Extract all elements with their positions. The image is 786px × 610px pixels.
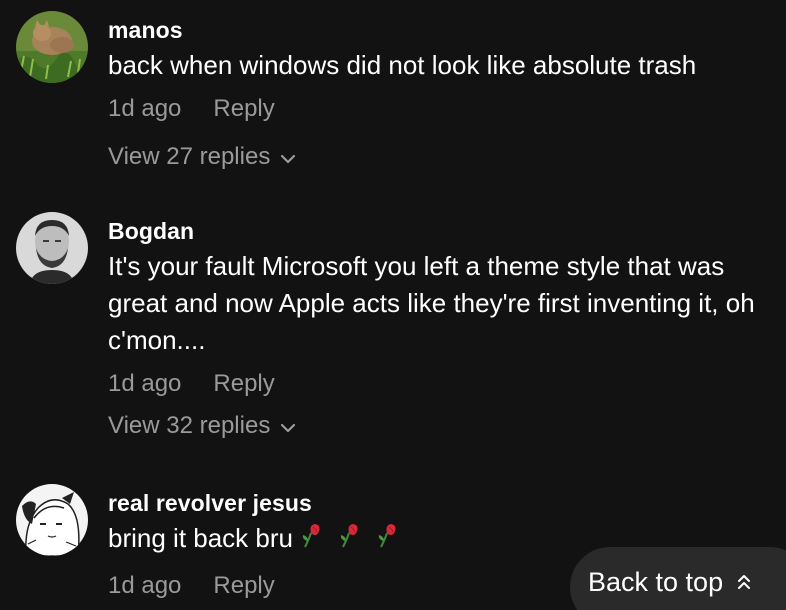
cat-in-grass-photo: [16, 11, 88, 83]
avatar[interactable]: [16, 212, 88, 284]
comment-timestamp: 1d ago: [108, 572, 182, 600]
avatar[interactable]: [16, 484, 88, 556]
view-replies-label: View 32 replies: [108, 412, 271, 439]
comment-timestamp: 1d ago: [108, 95, 182, 122]
view-replies-label: View 27 replies: [108, 143, 271, 170]
view-replies-button[interactable]: View 32 replies: [108, 411, 296, 441]
view-replies-button[interactable]: View 27 replies: [108, 142, 296, 172]
wilted-rose-icon: [375, 521, 403, 559]
reply-button[interactable]: Reply: [213, 572, 274, 599]
comment-text-content: bring it back bru: [108, 523, 293, 553]
wilted-rose-icon: [299, 521, 327, 559]
comment-text: back when windows did not look like abso…: [108, 50, 697, 80]
comment-username[interactable]: manos: [108, 16, 778, 44]
back-to-top-button[interactable]: Back to top: [570, 547, 786, 610]
man-portrait-photo: [16, 212, 88, 284]
double-chevron-up-icon: [738, 575, 751, 589]
comment-text: It's your fault Microsoft you left a the…: [108, 251, 755, 355]
comment-username[interactable]: Bogdan: [108, 217, 778, 245]
comment-meta: 1d ago Reply: [108, 369, 778, 399]
chevron-down-icon: [281, 154, 296, 164]
chevron-down-icon: [281, 423, 296, 433]
reply-button[interactable]: Reply: [213, 370, 274, 397]
comment-timestamp: 1d ago: [108, 370, 182, 397]
wilted-rose-icon: [337, 521, 365, 559]
comment-username[interactable]: real revolver jesus: [108, 489, 778, 517]
back-to-top-label: Back to top: [588, 567, 724, 597]
avatar[interactable]: [16, 11, 88, 83]
reply-button[interactable]: Reply: [213, 95, 274, 122]
anime-sketch-drawing: [16, 484, 88, 556]
comment-meta: 1d ago Reply: [108, 94, 778, 124]
